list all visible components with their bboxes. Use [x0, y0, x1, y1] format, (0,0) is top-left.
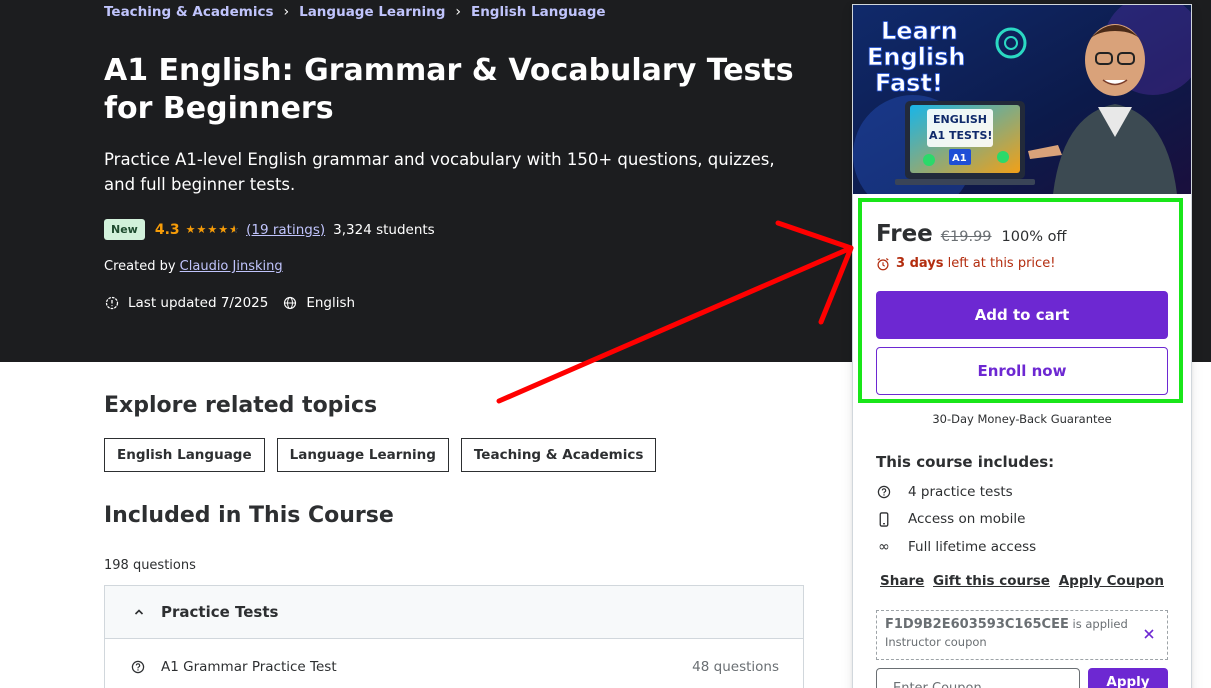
enroll-now-button[interactable]: Enroll now: [876, 347, 1168, 395]
last-updated: Last updated 7/2025: [128, 295, 269, 311]
new-badge: New: [104, 219, 145, 240]
chevron-right-icon: ›: [455, 4, 461, 20]
related-topics-heading: Explore related topics: [104, 393, 378, 418]
apply-coupon-link[interactable]: Apply Coupon: [1055, 573, 1168, 589]
rating-value: 4.3: [154, 221, 180, 238]
breadcrumb-item-teaching[interactable]: Teaching & Academics: [104, 4, 273, 20]
rating-row: New 4.3 ★★★★★☆ (19 ratings) 3,324 studen…: [104, 219, 435, 240]
course-language: English: [306, 295, 356, 311]
thumb-screen-line1: ENGLISH: [933, 113, 987, 126]
coupon-applied-text: is applied: [1068, 617, 1128, 631]
price-row: Free €19.99 100% off: [876, 221, 1066, 247]
includes-heading: This course includes:: [876, 453, 1055, 471]
topic-english-language[interactable]: English Language: [104, 438, 265, 472]
topic-teaching-academics[interactable]: Teaching & Academics: [460, 438, 657, 472]
included-heading: Included in This Course: [104, 503, 394, 528]
total-questions: 198 questions: [104, 558, 196, 573]
coupon-type: Instructor coupon: [885, 635, 987, 649]
coupon-code-value: F1D9B2E603593C165CEE: [885, 617, 1069, 632]
star-rating-icon: ★★★★★☆: [185, 223, 239, 236]
breadcrumb-item-language-learning[interactable]: Language Learning: [299, 4, 445, 20]
thumb-screen-line3: A1: [952, 153, 967, 164]
created-by-label: Created by: [104, 259, 176, 274]
current-price: Free: [876, 221, 933, 247]
ratings-count-link[interactable]: (19 ratings): [246, 222, 325, 238]
breadcrumb: Teaching & Academics › Language Learning…: [104, 4, 606, 20]
add-to-cart-button[interactable]: Add to cart: [876, 291, 1168, 339]
share-link[interactable]: Share: [876, 573, 928, 589]
remove-coupon-close-icon[interactable]: [1143, 628, 1155, 640]
created-by: Created by Claudio Jinsking: [104, 259, 283, 274]
timer-days: 3 days: [896, 256, 944, 271]
include-text: 4 practice tests: [908, 484, 1013, 500]
accordion-title: Practice Tests: [161, 603, 279, 621]
course-title: A1 English: Grammar & Vocabulary Tests f…: [104, 53, 794, 126]
breadcrumb-item-english-language[interactable]: English Language: [471, 4, 606, 20]
gift-course-link[interactable]: Gift this course: [929, 573, 1054, 589]
test-question-count: 48 questions: [692, 659, 779, 675]
applied-coupon-box: F1D9B2E603593C165CEE is applied Instruct…: [876, 610, 1168, 660]
apply-coupon-button[interactable]: Apply: [1088, 668, 1168, 688]
include-text: Full lifetime access: [908, 539, 1037, 555]
accordion-header[interactable]: Practice Tests: [105, 586, 803, 639]
thumb-line1: Learn: [881, 17, 958, 45]
list-item[interactable]: A1 Grammar Practice Test 48 questions: [105, 639, 803, 688]
coupon-code: F1D9B2E603593C165CEE is applied: [885, 617, 1159, 632]
thumbnail-illustration: Learn English Fast! ENGLISH A1 TESTS! A1: [853, 5, 1191, 194]
course-subtitle: Practice A1-level English grammar and vo…: [104, 150, 775, 194]
students-count: 3,324 students: [333, 221, 435, 238]
question-circle-icon: [131, 660, 145, 674]
include-item-practice-tests: 4 practice tests: [876, 484, 1013, 500]
thumb-line3: Fast!: [875, 69, 943, 97]
thumb-screen-line2: A1 TESTS!: [929, 129, 992, 142]
discount-percent: 100% off: [1001, 229, 1067, 245]
topic-language-learning[interactable]: Language Learning: [276, 438, 449, 472]
alarm-clock-icon: [876, 257, 890, 271]
card-actions: Share Gift this course Apply Coupon: [876, 573, 1168, 589]
coupon-input[interactable]: [876, 668, 1080, 688]
chevron-up-icon: [133, 606, 147, 618]
original-price: €19.99: [940, 229, 992, 245]
include-text: Access on mobile: [908, 511, 1026, 527]
instructor-link[interactable]: Claudio Jinsking: [180, 259, 283, 274]
include-item-lifetime: ∞ Full lifetime access: [876, 539, 1036, 555]
price-timer: 3 days left at this price!: [876, 256, 1055, 271]
chevron-right-icon: ›: [283, 4, 290, 20]
thumb-line2: English: [867, 43, 965, 71]
question-circle-icon: [876, 485, 892, 499]
course-thumbnail[interactable]: Learn English Fast! ENGLISH A1 TESTS! A1: [853, 5, 1191, 194]
practice-tests-accordion: Practice Tests A1 Grammar Practice Test …: [104, 585, 804, 688]
related-topics-list: English Language Language Learning Teach…: [104, 438, 668, 472]
course-meta: Last updated 7/2025 English: [104, 295, 355, 311]
include-item-mobile: Access on mobile: [876, 511, 1025, 527]
alert-badge-icon: [104, 295, 120, 311]
globe-icon: [282, 295, 298, 311]
test-title: A1 Grammar Practice Test: [161, 659, 337, 675]
infinity-icon: ∞: [878, 539, 890, 555]
timer-text: left at this price!: [943, 256, 1056, 271]
money-back-guarantee: 30-Day Money-Back Guarantee: [932, 412, 1112, 426]
mobile-phone-icon: [876, 511, 892, 527]
